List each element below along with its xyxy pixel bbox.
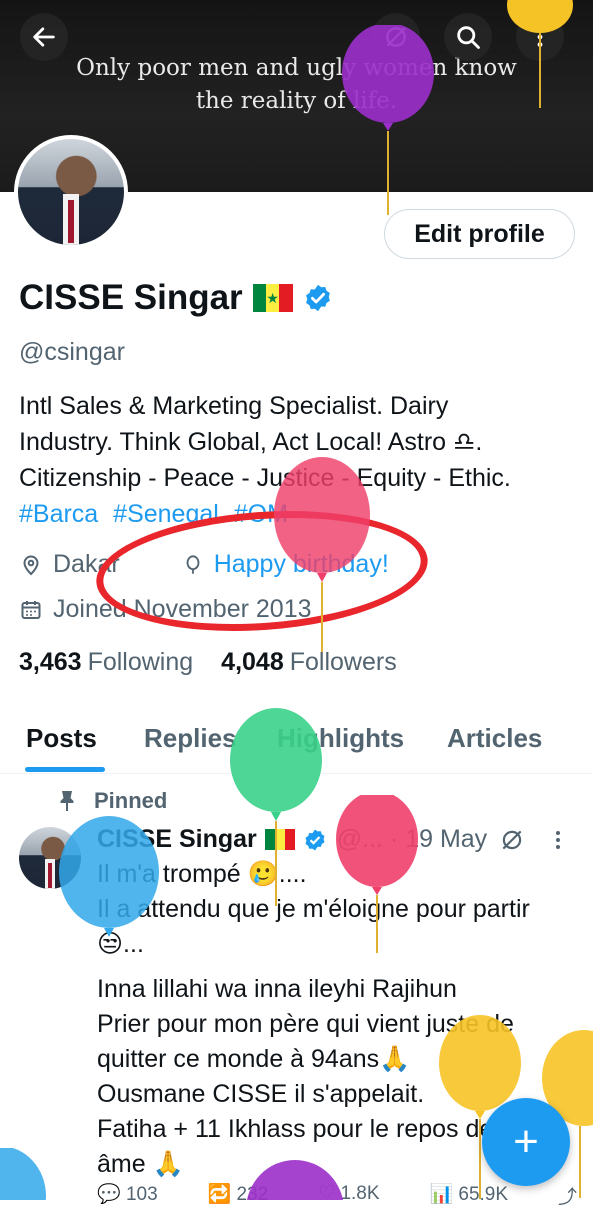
follow-stats: 3,463 Following 4,048 Followers <box>19 648 397 677</box>
profile-handle: @csingar <box>19 338 125 366</box>
more-vertical-icon[interactable] <box>551 828 565 852</box>
search-icon <box>457 26 480 49</box>
tab-highlights[interactable]: Highlights <box>277 723 404 754</box>
post-header: CISSE Singar @... · 19 May <box>97 825 565 854</box>
edit-profile-button[interactable]: Edit profile <box>384 209 575 259</box>
calendar-icon <box>19 598 43 622</box>
grok-icon[interactable] <box>499 827 525 853</box>
followers-link[interactable]: 4,048 Followers <box>221 648 397 677</box>
senegal-flag-icon: ★ <box>252 284 293 312</box>
verified-badge-icon[interactable] <box>303 283 333 313</box>
more-options-button[interactable] <box>516 13 564 61</box>
senegal-flag-icon <box>264 829 295 850</box>
share-icon[interactable]: ⤴ <box>558 1182 577 1209</box>
post-actions: 💬 103 🔁 232 ♡ 1.8K 📊 65.9K ⤴ <box>97 1182 577 1209</box>
location-pin-icon <box>19 553 43 577</box>
verified-badge-icon <box>305 829 325 850</box>
post-meta: @... · 19 May <box>336 825 488 853</box>
grok-button[interactable] <box>372 13 420 61</box>
compose-button[interactable]: + <box>482 1098 570 1186</box>
profile-name: CISSE Singar <box>19 278 243 317</box>
active-tab-indicator <box>25 767 105 772</box>
repost-button[interactable]: 🔁 232 <box>208 1182 269 1209</box>
tab-articles[interactable]: Articles <box>447 723 542 754</box>
banner-quote: Only poor men and ugly women know the re… <box>76 55 517 114</box>
post-avatar[interactable] <box>19 827 81 889</box>
following-link[interactable]: 3,463 Following <box>19 648 193 677</box>
search-button[interactable] <box>444 13 492 61</box>
tab-replies[interactable]: Replies <box>144 723 237 754</box>
profile-name-row: CISSE Singar ★ <box>19 278 333 318</box>
post-author-name[interactable]: CISSE Singar <box>97 825 257 854</box>
pinned-label-row: Pinned <box>58 788 167 814</box>
pin-icon <box>60 791 74 811</box>
tab-posts[interactable]: Posts <box>26 723 97 754</box>
views-button[interactable]: 📊 65.9K <box>429 1182 508 1209</box>
reply-button[interactable]: 💬 103 <box>97 1182 158 1209</box>
more-vertical-icon <box>537 27 543 47</box>
arrow-left-icon <box>33 27 55 47</box>
blue-balloon <box>0 1148 46 1200</box>
like-button[interactable]: ♡ 1.8K <box>318 1182 379 1209</box>
slash-circle-icon <box>386 27 406 47</box>
hashtag-link[interactable]: #Barca <box>19 500 98 528</box>
back-button[interactable] <box>20 13 68 61</box>
profile-tabs: Posts Replies Highlights Articles <box>0 715 593 774</box>
profile-avatar[interactable] <box>14 135 128 249</box>
